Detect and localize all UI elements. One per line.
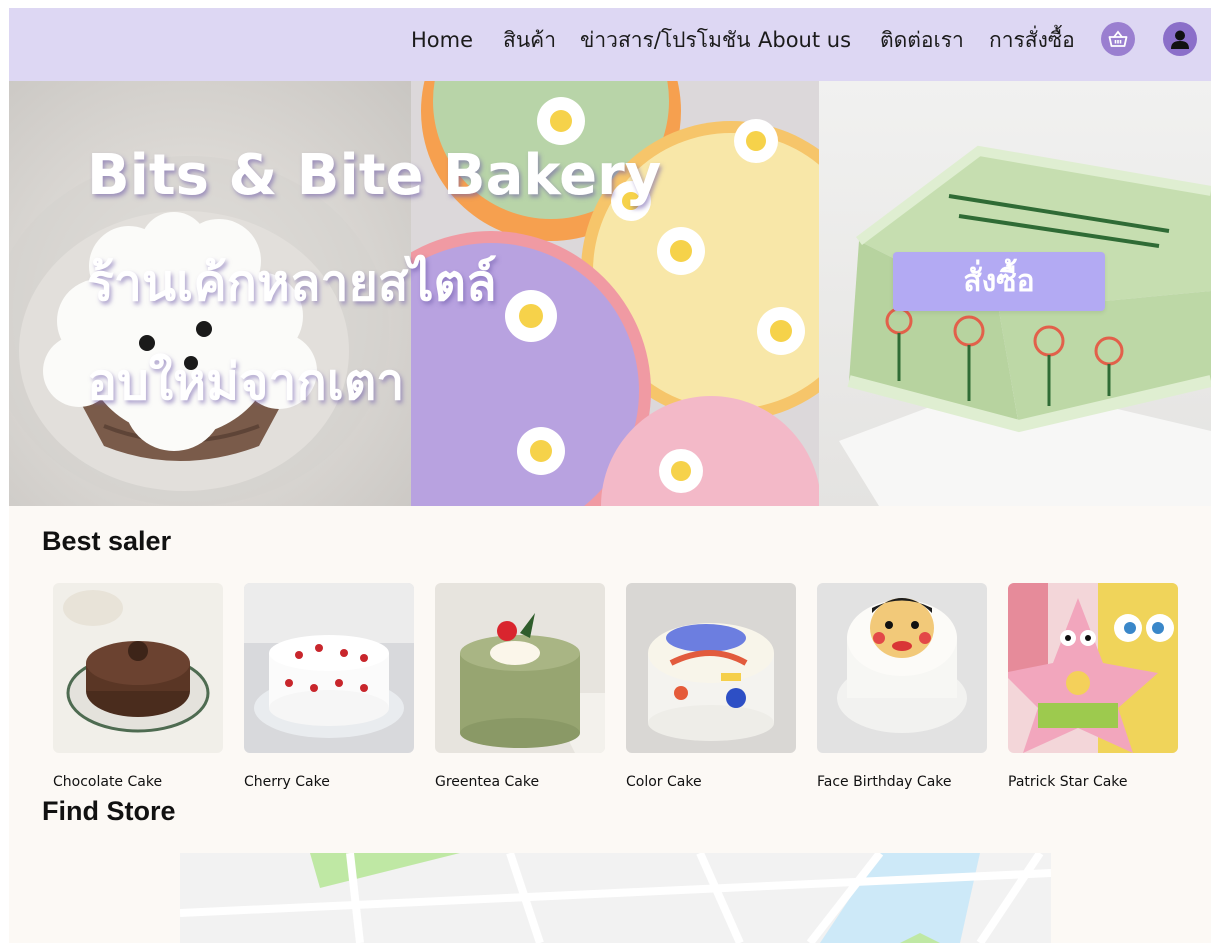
page-frame: Home สินค้า ข่าวสาร/โปรโมชัน About us ติ…	[9, 8, 1211, 943]
product-image	[53, 583, 223, 753]
product-card-color[interactable]: Color Cake	[626, 583, 796, 790]
nav-contact[interactable]: ติดต่อเรา	[880, 26, 964, 54]
hero-subtitle-line2: อบใหม่จากเตา	[87, 353, 405, 411]
product-name: Face Birthday Cake	[817, 774, 952, 790]
nav-home[interactable]: Home	[411, 26, 473, 54]
product-image	[817, 583, 987, 753]
order-button[interactable]: สั่งซื้อ	[893, 252, 1105, 311]
product-card-chocolate[interactable]: Chocolate Cake	[53, 583, 223, 790]
product-image	[626, 583, 796, 753]
product-image	[244, 583, 414, 753]
product-image	[1008, 583, 1178, 753]
hero-subtitle-line1: ร้านเค้กหลายสไตล์	[87, 254, 497, 312]
store-map[interactable]	[180, 853, 1051, 943]
find-store-heading: Find Store	[42, 796, 176, 826]
nav-news-promotions[interactable]: ข่าวสาร/โปรโมชัน	[580, 26, 751, 54]
best-seller-heading: Best saler	[42, 526, 172, 556]
product-name: Chocolate Cake	[53, 774, 163, 790]
nav-ordering[interactable]: การสั่งซื้อ	[989, 26, 1075, 54]
product-card-face-birthday[interactable]: Face Birthday Cake	[817, 583, 987, 790]
top-nav: Home สินค้า ข่าวสาร/โปรโมชัน About us ติ…	[9, 8, 1211, 81]
product-card-patrick-star[interactable]: Patrick Star Cake	[1008, 583, 1178, 790]
product-card-greentea[interactable]: Greentea Cake	[435, 583, 605, 790]
cart-button[interactable]	[1101, 22, 1135, 56]
product-card-cherry[interactable]: Cherry Cake	[244, 583, 414, 790]
nav-about-us[interactable]: About us	[758, 26, 851, 54]
product-name: Cherry Cake	[244, 774, 330, 790]
product-name: Greentea Cake	[435, 774, 540, 790]
hero-title: Bits & Bite Bakery	[87, 143, 662, 208]
product-name: Patrick Star Cake	[1008, 774, 1128, 790]
nav-products[interactable]: สินค้า	[503, 26, 556, 54]
product-name: Color Cake	[626, 774, 702, 790]
profile-button[interactable]	[1163, 22, 1197, 56]
product-image	[435, 583, 605, 753]
hero-banner: Bits & Bite Bakery ร้านเค้กหลายสไตล์ อบใ…	[9, 81, 1211, 506]
basket-icon	[1108, 30, 1128, 47]
user-icon	[1171, 30, 1189, 49]
